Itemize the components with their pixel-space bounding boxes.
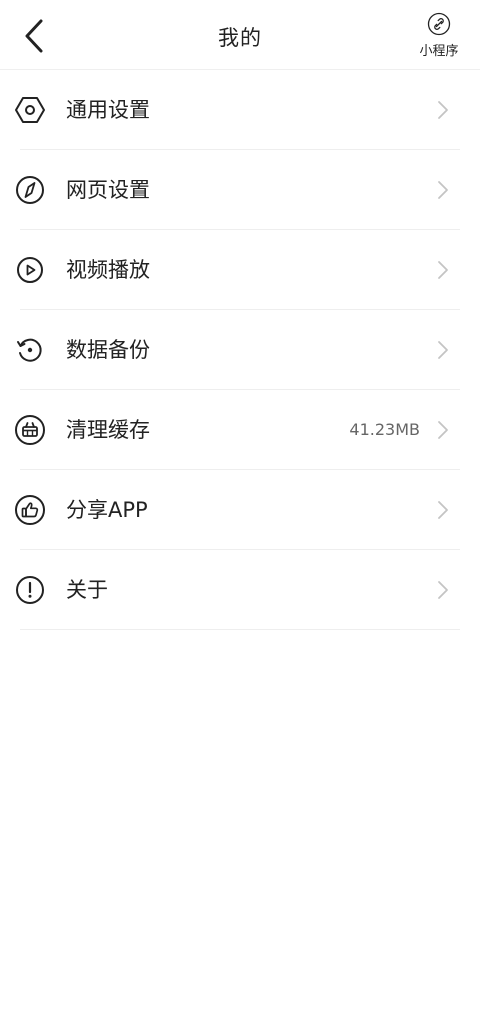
menu-item-label: 网页设置 bbox=[66, 178, 150, 202]
menu-item-label: 通用设置 bbox=[66, 98, 150, 122]
menu-item-label: 清理缓存 bbox=[66, 418, 150, 442]
cache-size-value: 41.23MB bbox=[349, 420, 420, 439]
chevron-right-icon bbox=[438, 181, 448, 199]
app-screen: 我的 小程序 通用设置 网页设置 视频播放 数据备份 清理缓存 41.23MB … bbox=[0, 0, 480, 1018]
hexagon-settings-icon bbox=[15, 97, 45, 123]
menu-item-label: 数据备份 bbox=[66, 338, 150, 362]
menu-item-label: 关于 bbox=[66, 578, 108, 602]
exclamation-circle-icon bbox=[16, 576, 44, 604]
top-bar: 我的 小程序 bbox=[0, 0, 480, 70]
menu-item-label: 分享APP bbox=[66, 498, 148, 522]
refresh-backup-icon bbox=[17, 338, 42, 362]
basket-icon bbox=[15, 415, 45, 445]
menu-item-web-settings[interactable]: 网页设置 bbox=[0, 150, 480, 230]
link-icon bbox=[427, 12, 451, 36]
settings-menu: 通用设置 网页设置 视频播放 数据备份 清理缓存 41.23MB 分享APP 关… bbox=[0, 70, 480, 630]
chevron-right-icon bbox=[438, 501, 448, 519]
menu-item-about[interactable]: 关于 bbox=[0, 550, 480, 630]
menu-item-general-settings[interactable]: 通用设置 bbox=[0, 70, 480, 150]
chevron-right-icon bbox=[438, 341, 448, 359]
mini-program-button[interactable]: 小程序 bbox=[412, 12, 466, 62]
mini-program-label: 小程序 bbox=[419, 44, 459, 59]
compass-icon bbox=[16, 176, 44, 204]
menu-item-label: 视频播放 bbox=[66, 258, 150, 282]
play-circle-icon bbox=[17, 257, 43, 283]
chevron-right-icon bbox=[438, 421, 448, 439]
thumbs-up-icon bbox=[15, 495, 45, 525]
menu-item-clear-cache[interactable]: 清理缓存 41.23MB bbox=[0, 390, 480, 470]
chevron-right-icon bbox=[438, 581, 448, 599]
chevron-right-icon bbox=[438, 101, 448, 119]
page-title: 我的 bbox=[218, 26, 262, 50]
chevron-right-icon bbox=[438, 261, 448, 279]
menu-item-share-app[interactable]: 分享APP bbox=[0, 470, 480, 550]
menu-item-video-playback[interactable]: 视频播放 bbox=[0, 230, 480, 310]
menu-item-data-backup[interactable]: 数据备份 bbox=[0, 310, 480, 390]
